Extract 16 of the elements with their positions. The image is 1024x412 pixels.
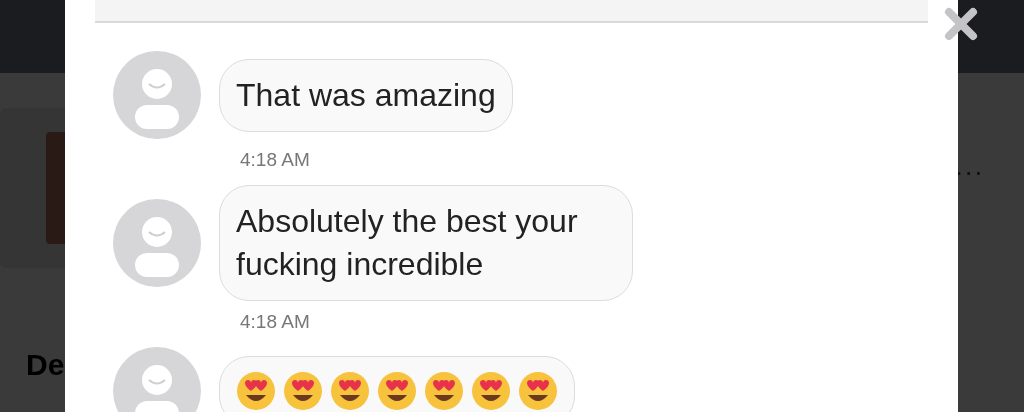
heart-eyes-face-icon [424, 371, 464, 411]
heart-eyes-face-icon [471, 371, 511, 411]
heart-eyes-face-icon [377, 371, 417, 411]
heart-eyes-face-icon [330, 371, 370, 411]
message-time: 4:18 AM [240, 311, 311, 333]
message-bubble: Absolutely the best your fucking incredible [219, 185, 633, 301]
heart-eyes-face-icon [518, 371, 558, 411]
card-heading: De [26, 348, 65, 382]
more-text: ... [955, 150, 985, 182]
close-icon[interactable] [943, 6, 979, 42]
heart-eyes-face-icon [236, 371, 276, 411]
avatar-icon [113, 199, 201, 287]
message-bubble: That was amazing [219, 58, 513, 132]
message-time: 4:18 AM [240, 149, 311, 171]
heart-eyes-face-icon [283, 371, 323, 411]
avatar-icon [113, 51, 201, 139]
